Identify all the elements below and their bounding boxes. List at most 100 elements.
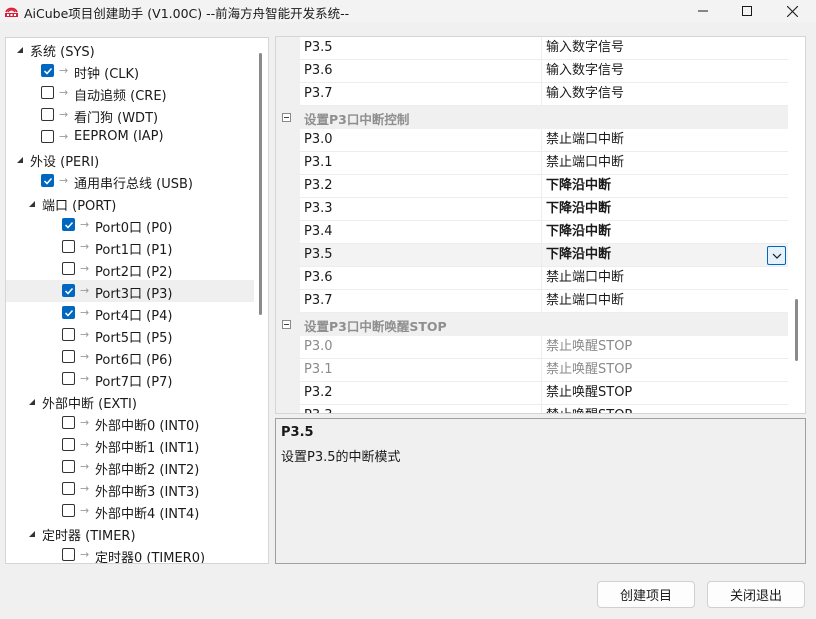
peripheral-tree[interactable]: 系统 (SYS) → 时钟 (CLK) → 自动追频 (CRE) → 看门狗 (WDT) → E…: [5, 37, 269, 564]
property-value[interactable]: 禁止端口中断: [541, 290, 788, 313]
tree-item-checkbox[interactable]: [62, 482, 75, 495]
expand-triangle-icon[interactable]: [16, 43, 26, 53]
property-value[interactable]: 禁止端口中断: [541, 129, 788, 152]
tree-item[interactable]: → Port3口 (P3): [6, 280, 254, 302]
tree-item-checkbox[interactable]: [62, 218, 75, 231]
property-value[interactable]: 下降沿中断: [541, 198, 788, 221]
grid-row[interactable]: P3.1 禁止唤醒STOP: [276, 359, 788, 382]
tree-item[interactable]: → 自动追频 (CRE): [6, 82, 254, 104]
tree-item-checkbox[interactable]: [41, 86, 54, 99]
grid-row[interactable]: P3.4 下降沿中断: [276, 221, 788, 244]
grid-row[interactable]: P3.5 下降沿中断: [276, 244, 788, 267]
grid-row[interactable]: P3.6 输入数字信号: [276, 60, 788, 83]
arrow-right-icon: →: [80, 306, 90, 319]
row-gutter: [276, 175, 300, 198]
grid-row[interactable]: P3.0 禁止唤醒STOP: [276, 336, 788, 359]
property-value[interactable]: 禁止唤醒STOP: [541, 405, 788, 413]
property-value[interactable]: 禁止端口中断: [541, 267, 788, 290]
tree-item-checkbox[interactable]: [62, 438, 75, 451]
tree-item[interactable]: → 外部中断2 (INT2): [6, 456, 254, 478]
tree-item[interactable]: → 时钟 (CLK): [6, 60, 254, 82]
expand-triangle-icon[interactable]: [28, 197, 38, 207]
property-value[interactable]: 禁止唤醒STOP: [541, 382, 788, 405]
grid-scrollbar[interactable]: [795, 299, 798, 361]
tree-item[interactable]: → Port0口 (P0): [6, 214, 254, 236]
grid-row[interactable]: P3.3禁止唤醒STOP: [276, 405, 788, 413]
tree-item[interactable]: 端口 (PORT): [6, 192, 254, 214]
tree-item-checkbox[interactable]: [62, 284, 75, 297]
tree-item-checkbox[interactable]: [62, 548, 75, 561]
tree-item[interactable]: → 定时器0 (TIMER0): [6, 544, 254, 563]
property-value[interactable]: 输入数字信号: [541, 60, 788, 83]
tree-item-checkbox[interactable]: [62, 350, 75, 363]
tree-item[interactable]: → Port7口 (P7): [6, 368, 254, 390]
tree-item-checkbox[interactable]: [41, 130, 54, 143]
tree-item-label: 外部中断4 (INT4): [95, 507, 200, 522]
tree-item[interactable]: → 外部中断3 (INT3): [6, 478, 254, 500]
arrow-right-icon: →: [80, 284, 90, 297]
property-grid[interactable]: P3.5 输入数字信号 P3.6 输入数字信号 P3.7 输入数字信号 设置P3口中断控制 P…: [275, 36, 806, 414]
grid-row[interactable]: P3.7 禁止端口中断: [276, 290, 788, 313]
tree-item[interactable]: → Port6口 (P6): [6, 346, 254, 368]
tree-item-checkbox[interactable]: [62, 460, 75, 473]
property-value[interactable]: 输入数字信号: [541, 83, 788, 106]
create-project-button[interactable]: 创建项目: [597, 581, 695, 608]
property-value[interactable]: 下降沿中断: [541, 221, 788, 244]
property-value[interactable]: 下降沿中断: [541, 175, 788, 198]
grid-row[interactable]: P3.6 禁止端口中断: [276, 267, 788, 290]
tree-item[interactable]: → Port5口 (P5): [6, 324, 254, 346]
tree-scrollbar[interactable]: [259, 53, 262, 315]
tree-item-checkbox[interactable]: [62, 372, 75, 385]
grid-row[interactable]: P3.3 下降沿中断: [276, 198, 788, 221]
grid-row[interactable]: P3.0 禁止端口中断: [276, 129, 788, 152]
tree-item-checkbox[interactable]: [62, 240, 75, 253]
tree-item-checkbox[interactable]: [41, 64, 54, 77]
property-value[interactable]: 禁止唤醒STOP: [541, 336, 788, 359]
close-exit-button[interactable]: 关闭退出: [707, 581, 805, 608]
tree-item[interactable]: → Port4口 (P4): [6, 302, 254, 324]
grid-row[interactable]: P3.1 禁止端口中断: [276, 152, 788, 175]
property-value[interactable]: 输入数字信号: [541, 37, 788, 60]
grid-category[interactable]: 设置P3口中断控制: [276, 106, 788, 129]
tree-item[interactable]: 系统 (SYS): [6, 38, 254, 60]
expand-triangle-icon[interactable]: [16, 153, 26, 163]
expand-triangle-icon[interactable]: [28, 527, 38, 537]
tree-item[interactable]: → 通用串行总线 (USB): [6, 170, 254, 192]
tree-item[interactable]: 定时器 (TIMER): [6, 522, 254, 544]
tree-item-checkbox[interactable]: [62, 416, 75, 429]
tree-item[interactable]: → 看门狗 (WDT): [6, 104, 254, 126]
dropdown-button[interactable]: [767, 246, 786, 265]
tree-item-label: 定时器 (TIMER): [42, 529, 136, 544]
tree-item[interactable]: → EEPROM (IAP): [6, 126, 254, 148]
tree-item[interactable]: 外部中断 (EXTI): [6, 390, 254, 412]
grid-row[interactable]: P3.5 输入数字信号: [276, 37, 788, 60]
tree-item[interactable]: → 外部中断1 (INT1): [6, 434, 254, 456]
tree-item-checkbox[interactable]: [62, 262, 75, 275]
grid-row[interactable]: P3.7 输入数字信号: [276, 83, 788, 106]
tree-item[interactable]: → 外部中断4 (INT4): [6, 500, 254, 522]
maximize-button[interactable]: [724, 0, 769, 22]
row-gutter: [276, 152, 300, 175]
grid-category[interactable]: 设置P3口中断唤醒STOP: [276, 313, 788, 336]
tree-item[interactable]: → Port1口 (P1): [6, 236, 254, 258]
grid-row[interactable]: P3.2 下降沿中断: [276, 175, 788, 198]
tree-item[interactable]: → Port2口 (P2): [6, 258, 254, 280]
minimize-button[interactable]: [680, 0, 725, 22]
tree-item-checkbox[interactable]: [62, 306, 75, 319]
property-value[interactable]: 下降沿中断: [541, 244, 788, 267]
tree-item-checkbox[interactable]: [41, 174, 54, 187]
grid-row[interactable]: P3.2 禁止唤醒STOP: [276, 382, 788, 405]
property-value[interactable]: 禁止端口中断: [541, 152, 788, 175]
tree-item[interactable]: 外设 (PERI): [6, 148, 254, 170]
tree-item-checkbox[interactable]: [62, 328, 75, 341]
property-value[interactable]: 禁止唤醒STOP: [541, 359, 788, 382]
tree-item-label: 端口 (PORT): [42, 199, 117, 214]
close-button[interactable]: [770, 0, 815, 22]
collapse-icon[interactable]: [282, 320, 291, 329]
tree-item-checkbox[interactable]: [62, 504, 75, 517]
property-name: P3.2: [300, 175, 541, 198]
tree-item-checkbox[interactable]: [41, 108, 54, 121]
collapse-icon[interactable]: [282, 113, 291, 122]
expand-triangle-icon[interactable]: [28, 395, 38, 405]
tree-item[interactable]: → 外部中断0 (INT0): [6, 412, 254, 434]
